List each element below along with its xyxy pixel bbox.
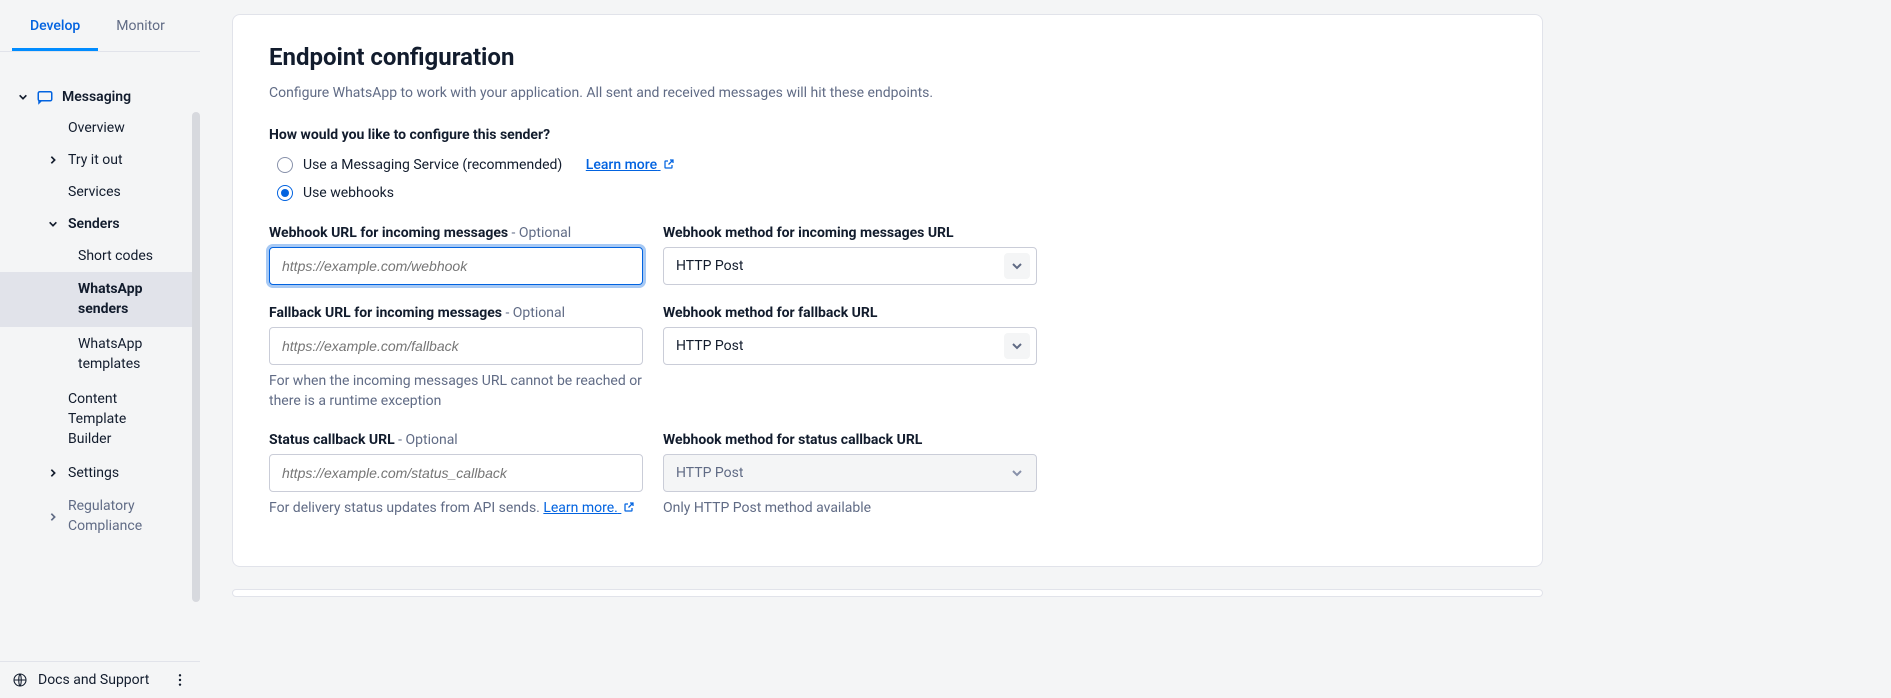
globe-icon bbox=[12, 672, 28, 688]
nav-section-messaging[interactable]: Messaging bbox=[0, 82, 200, 112]
fallback-url-help: For when the incoming messages URL canno… bbox=[269, 371, 643, 412]
field-label: Webhook method for status callback URL bbox=[663, 432, 1037, 448]
learn-more-link[interactable]: Learn more. bbox=[543, 500, 635, 516]
nav-item-label: Settings bbox=[68, 465, 119, 481]
status-method-select: HTTP Post bbox=[663, 454, 1037, 492]
nav-item-short-codes[interactable]: Short codes bbox=[0, 240, 200, 272]
nav-item-whatsapp-senders[interactable]: WhatsApp senders bbox=[0, 272, 200, 327]
endpoint-config-card: Endpoint configuration Configure WhatsAp… bbox=[232, 14, 1543, 567]
docs-link[interactable]: Docs and Support bbox=[38, 672, 149, 688]
nav-item-content-template-builder[interactable]: Content Template Builder bbox=[0, 382, 200, 457]
field-webhook-method: Webhook method for incoming messages URL… bbox=[663, 225, 1037, 285]
label-text: Webhook URL for incoming messages bbox=[269, 225, 508, 241]
nav-item-label: Try it out bbox=[68, 152, 123, 168]
tab-develop[interactable]: Develop bbox=[12, 0, 98, 51]
field-label: Status callback URL - Optional bbox=[269, 432, 643, 448]
page-title: Endpoint configuration bbox=[269, 43, 1506, 71]
label-text: Fallback URL for incoming messages bbox=[269, 305, 502, 321]
external-link-icon bbox=[623, 499, 635, 511]
optional-text: - Optional bbox=[508, 225, 571, 241]
fallback-method-select[interactable]: HTTP Post bbox=[663, 327, 1037, 365]
field-webhook-url: Webhook URL for incoming messages - Opti… bbox=[269, 225, 643, 285]
field-label: Webhook URL for incoming messages - Opti… bbox=[269, 225, 643, 241]
chevron-right-icon bbox=[48, 155, 58, 165]
status-url-input[interactable] bbox=[269, 454, 643, 492]
chevron-right-icon bbox=[48, 512, 58, 522]
chevron-down-icon bbox=[1004, 460, 1030, 486]
nav-item-whatsapp-templates[interactable]: WhatsApp templates bbox=[0, 327, 200, 382]
nav-item-regulatory[interactable]: Regulatory Compliance bbox=[0, 489, 200, 544]
select-value: HTTP Post bbox=[676, 338, 743, 354]
main-content: Endpoint configuration Configure WhatsAp… bbox=[232, 14, 1543, 698]
scrollbar[interactable] bbox=[192, 112, 200, 602]
sidebar-tabs: Develop Monitor bbox=[0, 0, 200, 52]
sidebar-nav: Messaging Overview Try it out Services S… bbox=[0, 52, 200, 661]
learn-more-link[interactable]: Learn more bbox=[586, 157, 675, 173]
webhook-form-grid: Webhook URL for incoming messages - Opti… bbox=[269, 225, 1506, 532]
chevron-down-icon bbox=[1004, 333, 1030, 359]
optional-text: - Optional bbox=[502, 305, 565, 321]
nav-section-label: Messaging bbox=[62, 89, 131, 105]
nav-item-services[interactable]: Services bbox=[0, 176, 200, 208]
select-value: HTTP Post bbox=[676, 465, 743, 481]
field-label: Webhook method for incoming messages URL bbox=[663, 225, 1037, 241]
nav-item-label: Senders bbox=[68, 216, 120, 232]
webhook-url-input[interactable] bbox=[269, 247, 643, 285]
chevron-down-icon bbox=[1004, 253, 1030, 279]
chevron-down-icon bbox=[48, 219, 58, 229]
option-label: Use webhooks bbox=[303, 185, 394, 201]
sidebar-footer: Docs and Support bbox=[0, 661, 200, 698]
tab-monitor[interactable]: Monitor bbox=[98, 0, 183, 51]
field-label: Webhook method for fallback URL bbox=[663, 305, 1037, 321]
field-fallback-url: Fallback URL for incoming messages - Opt… bbox=[269, 305, 643, 412]
option-webhooks[interactable]: Use webhooks bbox=[277, 185, 1506, 201]
nav-item-senders[interactable]: Senders bbox=[0, 208, 200, 240]
page-description: Configure WhatsApp to work with your app… bbox=[269, 85, 1506, 101]
help-text: For delivery status updates from API sen… bbox=[269, 500, 543, 516]
messaging-icon bbox=[36, 88, 54, 106]
learn-more-text: Learn more bbox=[586, 157, 657, 173]
option-messaging-service[interactable]: Use a Messaging Service (recommended) Le… bbox=[277, 157, 1506, 173]
nav-item-overview[interactable]: Overview bbox=[0, 112, 200, 144]
field-fallback-method: Webhook method for fallback URL HTTP Pos… bbox=[663, 305, 1037, 412]
nav-item-try[interactable]: Try it out bbox=[0, 144, 200, 176]
radio-icon bbox=[277, 157, 293, 173]
field-status-method: Webhook method for status callback URL H… bbox=[663, 432, 1037, 518]
config-question: How would you like to configure this sen… bbox=[269, 127, 1506, 143]
sidebar: Develop Monitor Messaging Overview Try i… bbox=[0, 0, 200, 698]
optional-text: - Optional bbox=[395, 432, 458, 448]
fallback-url-input[interactable] bbox=[269, 327, 643, 365]
radio-checked-icon bbox=[277, 185, 293, 201]
chevron-right-icon bbox=[48, 468, 58, 478]
label-text: Status callback URL bbox=[269, 432, 395, 448]
next-card-peek bbox=[232, 589, 1543, 597]
status-url-help: For delivery status updates from API sen… bbox=[269, 498, 643, 518]
more-icon[interactable] bbox=[172, 672, 188, 688]
status-method-help: Only HTTP Post method available bbox=[663, 498, 1037, 518]
field-status-url: Status callback URL - Optional For deliv… bbox=[269, 432, 643, 518]
chevron-down-icon bbox=[18, 92, 28, 102]
option-label: Use a Messaging Service (recommended) bbox=[303, 157, 562, 173]
webhook-method-select[interactable]: HTTP Post bbox=[663, 247, 1037, 285]
field-label: Fallback URL for incoming messages - Opt… bbox=[269, 305, 643, 321]
select-value: HTTP Post bbox=[676, 258, 743, 274]
nav-item-label: Regulatory Compliance bbox=[68, 497, 170, 536]
link-text: Learn more. bbox=[543, 500, 618, 516]
external-link-icon bbox=[663, 158, 675, 170]
nav-item-settings[interactable]: Settings bbox=[0, 457, 200, 489]
